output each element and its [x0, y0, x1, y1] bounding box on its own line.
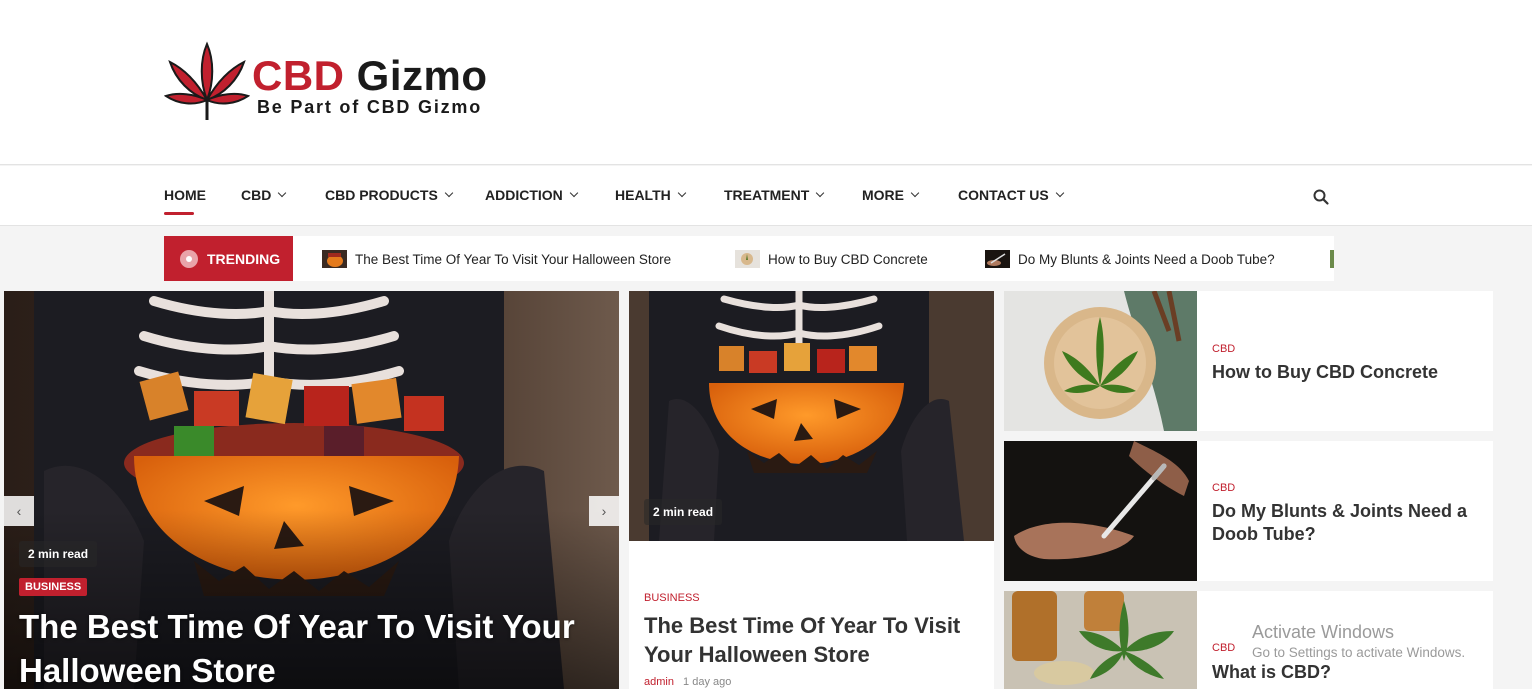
featured-post-card: 2 min read BUSINESS The Best Time Of Yea… [629, 291, 994, 689]
cannabis-leaf-icon [164, 41, 250, 120]
nav-item-cbd[interactable]: CBD [241, 187, 287, 203]
chevron-down-icon [1055, 188, 1064, 198]
category-link[interactable]: CBD [1212, 642, 1235, 654]
featured-post-title[interactable]: The Best Time Of Year To Visit Your Hall… [644, 611, 984, 669]
nav-item-more[interactable]: MORE [862, 187, 920, 203]
trending-item[interactable]: How to Buy CBD Concrete [735, 250, 928, 268]
nav-item-cbd-products[interactable]: CBD PRODUCTS [325, 187, 454, 203]
post-meta: admin 1 day ago [644, 676, 731, 688]
post-date: 1 day ago [683, 676, 732, 688]
chevron-down-icon [816, 188, 825, 198]
site-logo[interactable]: CBD Gizmo Be Part of CBD Gizmo [164, 40, 524, 125]
trending-label: TRENDING [164, 236, 293, 281]
side-post-title[interactable]: Do My Blunts & Joints Need a Doob Tube? [1212, 500, 1482, 546]
nav-item-addiction[interactable]: ADDICTION [485, 187, 579, 203]
category-link[interactable]: BUSINESS [644, 592, 700, 604]
windows-activation-watermark: Activate Windows Go to Settings to activ… [1252, 622, 1466, 660]
chevron-down-icon [910, 188, 920, 198]
trending-item[interactable]: The Best Time Of Year To Visit Your Hall… [322, 250, 671, 268]
chevron-down-icon [444, 188, 454, 198]
trending-thumbnail [322, 250, 347, 268]
trending-thumbnail [985, 250, 1010, 268]
trending-item[interactable]: Do My Blunts & Joints Need a Doob Tube? [985, 250, 1275, 268]
side-post-card: CBD How to Buy CBD Concrete [1004, 291, 1493, 431]
chevron-left-icon: ‹ [16, 503, 22, 519]
trending-thumbnail [1330, 250, 1334, 268]
trending-ticker: TRENDING The Best Time Of Year To Visit … [164, 236, 1334, 281]
cbd-leaf-plate-image[interactable] [1004, 291, 1197, 431]
side-post-title[interactable]: What is CBD? [1212, 661, 1482, 684]
side-post-card: CBD Do My Blunts & Joints Need a Doob Tu… [1004, 441, 1493, 581]
site-header: CBD Gizmo Be Part of CBD Gizmo [0, 0, 1532, 165]
joint-hand-image[interactable] [1004, 441, 1197, 581]
read-time-label: 2 min read [644, 499, 723, 525]
category-link[interactable]: CBD [1212, 482, 1235, 494]
slider-prev-button[interactable]: ‹ [4, 496, 34, 526]
trending-thumbnail [735, 250, 760, 268]
nav-item-health[interactable]: HEALTH [615, 187, 686, 203]
record-dot-icon [180, 249, 198, 268]
side-post-title[interactable]: How to Buy CBD Concrete [1212, 361, 1482, 384]
category-badge[interactable]: BUSINESS [19, 578, 88, 596]
main-navigation: HOME CBD CBD PRODUCTS ADDICTION HEALTH T… [0, 166, 1532, 226]
slider-next-button[interactable]: › [589, 496, 619, 526]
slider-post-title[interactable]: The Best Time Of Year To Visit Your Hall… [19, 605, 599, 689]
nav-item-home[interactable]: HOME [164, 187, 206, 215]
chevron-down-icon [677, 188, 686, 198]
logo-wordmark: CBD Gizmo [252, 52, 488, 99]
logo-tagline: Be Part of CBD Gizmo [257, 97, 483, 117]
chevron-down-icon [569, 188, 579, 198]
search-icon[interactable] [1312, 188, 1330, 206]
chevron-down-icon [278, 188, 287, 198]
nav-item-contact-us[interactable]: CONTACT US [958, 187, 1064, 203]
author-link[interactable]: admin [644, 676, 674, 688]
hero-slider[interactable]: ‹ › 2 min read BUSINESS The Best Time Of… [4, 291, 619, 689]
category-link[interactable]: CBD [1212, 343, 1235, 355]
nav-item-treatment[interactable]: TREATMENT [724, 187, 825, 203]
chevron-right-icon: › [601, 503, 607, 519]
cbd-oil-leaf-image[interactable] [1004, 591, 1197, 689]
read-time-label: 2 min read [19, 541, 98, 567]
